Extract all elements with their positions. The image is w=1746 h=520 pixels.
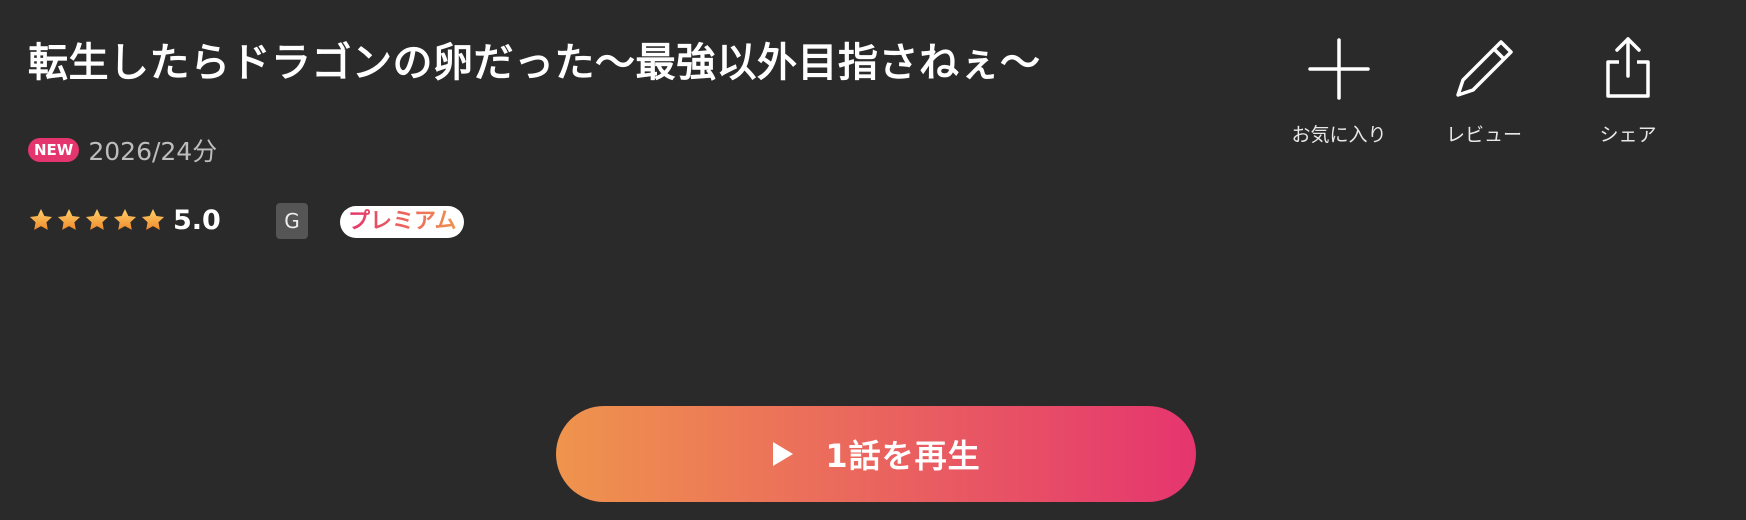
premium-badge: プレミアム	[340, 206, 465, 238]
pencil-icon	[1456, 40, 1513, 97]
share-icon	[1606, 37, 1650, 98]
favorite-button[interactable]: お気に入り	[1274, 34, 1404, 147]
premium-label: プレミアム	[348, 209, 457, 234]
age-rating-badge: G	[276, 203, 308, 239]
star-icon	[29, 208, 53, 230]
star-icon	[85, 208, 109, 230]
rating-row: 5.0	[28, 200, 221, 240]
rating-score: 5.0	[173, 204, 221, 236]
page-title: 転生したらドラゴンの卵だった〜最強以外目指さねぇ〜	[28, 40, 1041, 86]
favorite-label: お気に入り	[1291, 124, 1387, 146]
share-label: シェア	[1599, 124, 1657, 146]
plus-icon	[1308, 38, 1370, 100]
star-icon	[141, 208, 165, 230]
review-label: レビュー	[1445, 124, 1522, 146]
new-badge: NEW	[28, 138, 80, 162]
share-button[interactable]: シェア	[1563, 34, 1693, 147]
play-icon	[773, 442, 794, 466]
year-duration: 2026/24分	[88, 137, 218, 166]
star-icon	[57, 208, 81, 230]
play-episode-button[interactable]: 1話を再生	[556, 406, 1196, 502]
review-button[interactable]: レビュー	[1419, 34, 1549, 147]
star-icon	[113, 208, 137, 230]
play-label: 1話を再生	[825, 437, 981, 475]
meta-row: NEW 2026/24分	[28, 134, 217, 166]
star-rating	[28, 207, 168, 233]
